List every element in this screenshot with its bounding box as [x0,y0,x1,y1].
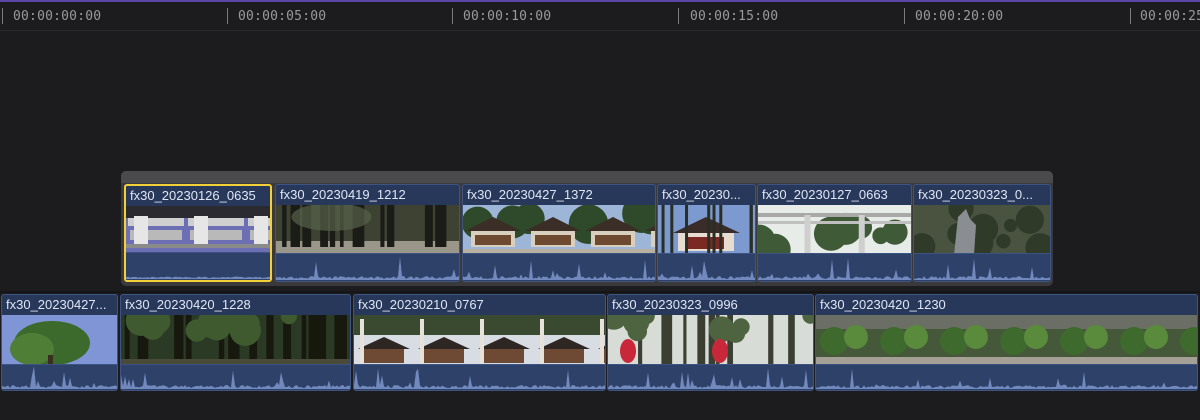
clip-connected[interactable]: fx30_20230419_1212 [275,184,460,282]
clip-title: fx30_20230427... [6,297,107,312]
clip-connected[interactable]: fx30_20230126_0635 [124,184,272,282]
ruler-tick [452,8,453,24]
ruler-label: 00:00:00:00 [13,9,102,24]
clip-primary[interactable]: fx30_20230323_0996 [607,294,814,391]
primary-storyline-divider [0,291,1200,293]
clip-audio-waveform [608,364,813,390]
clip-connected[interactable]: fx30_20230427_1372 [462,184,656,282]
ruler-label: 00:00:10:00 [463,9,552,24]
clip-filmstrip [276,205,459,255]
clip-audio-waveform [816,364,1197,390]
clip-filmstrip [758,205,911,255]
ruler-label: 00:00:15:00 [690,9,779,24]
ruler-label: 00:00:05:00 [238,9,327,24]
ruler-label: 00:00:25 [1140,9,1200,24]
clip-audio-waveform [463,253,655,281]
clip-title: fx30_20230420_1228 [125,297,251,312]
clip-primary[interactable]: fx30_20230420_1228 [120,294,351,391]
clip-title: fx30_20230323_0... [918,187,1033,202]
clip-filmstrip [126,206,270,256]
ruler-tick [678,8,679,24]
clip-title: fx30_20230126_0635 [130,188,256,203]
clip-filmstrip [608,315,813,367]
clip-filmstrip [463,205,655,255]
clip-audio-waveform [658,253,755,281]
clip-title: fx30_20230420_1230 [820,297,946,312]
ruler-tick [227,8,228,24]
clip-filmstrip [2,315,117,367]
ruler-label: 00:00:20:00 [915,9,1004,24]
clip-connected[interactable]: fx30_20230127_0663 [757,184,912,282]
clip-audio-waveform [121,364,350,390]
clip-audio-waveform [914,253,1050,281]
clip-filmstrip [816,315,1197,367]
clip-filmstrip [121,315,350,367]
clip-primary[interactable]: fx30_20230427... [1,294,118,391]
clip-title: fx30_20230427_1372 [467,187,593,202]
ruler-tick [1130,8,1131,24]
clip-filmstrip [914,205,1050,255]
clip-filmstrip [658,205,755,255]
clip-audio-waveform [126,252,270,280]
clip-connected[interactable]: fx30_20230... [657,184,756,282]
clip-title: fx30_20230210_0767 [358,297,484,312]
clip-audio-waveform [354,364,605,390]
clip-filmstrip [354,315,605,367]
clip-audio-waveform [758,253,911,281]
ruler-tick [904,8,905,24]
clip-title: fx30_20230127_0663 [762,187,888,202]
timecode-ruler[interactable]: 00:00:00:00 00:00:05:00 00:00:10:00 00:0… [0,2,1200,31]
clip-primary[interactable]: fx30_20230420_1230 [815,294,1198,391]
clip-connected[interactable]: fx30_20230323_0... [913,184,1051,282]
clip-audio-waveform [276,253,459,281]
clip-title: fx30_20230323_0996 [612,297,738,312]
ruler-tick [2,8,3,24]
storyline-handle[interactable] [121,171,1053,183]
clip-title: fx30_20230... [662,187,741,202]
clip-title: fx30_20230419_1212 [280,187,406,202]
clip-audio-waveform [2,364,117,390]
clip-primary[interactable]: fx30_20230210_0767 [353,294,606,391]
